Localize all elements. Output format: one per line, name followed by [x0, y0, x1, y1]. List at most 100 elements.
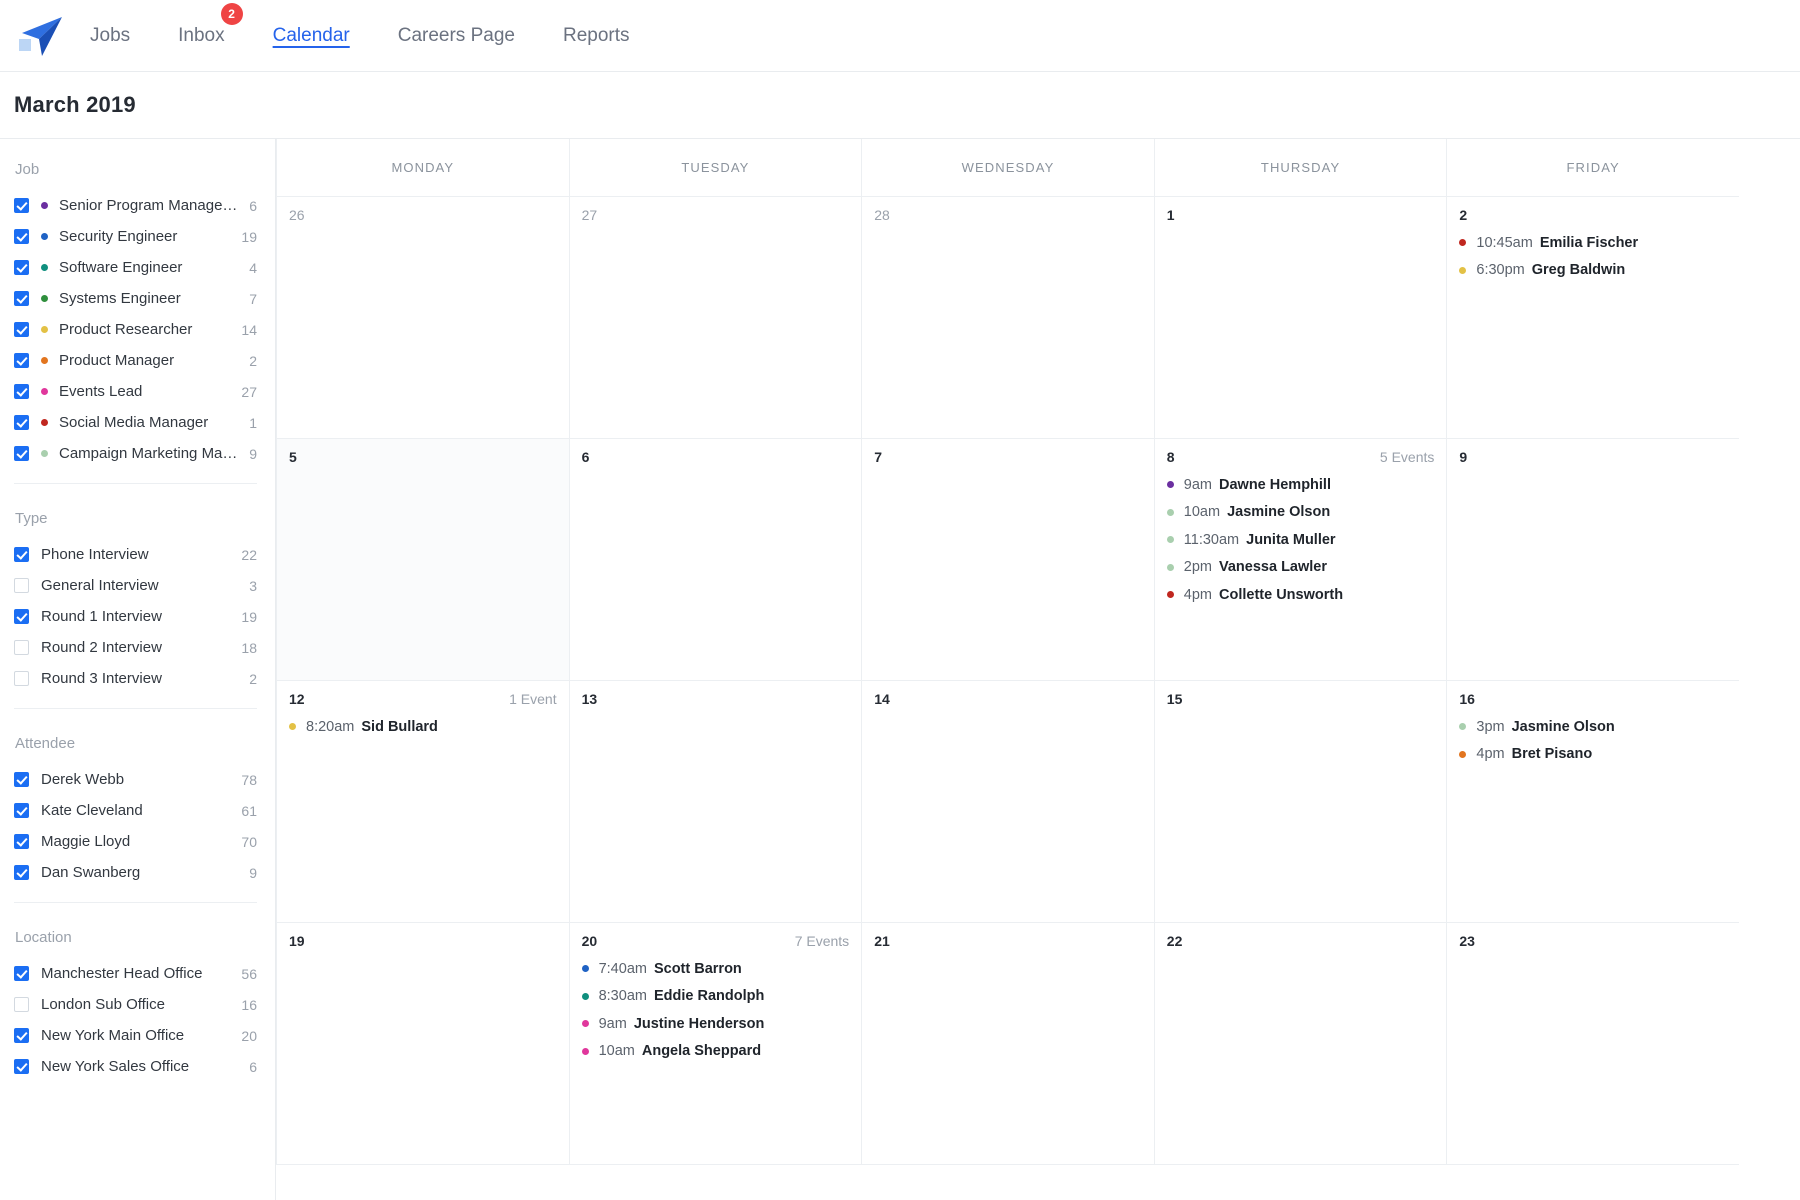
calendar-day-cell[interactable]: 8 5 Events 9am Dawne Hemphill 10am Jasmine Ol… [1153, 439, 1447, 681]
calendar-event[interactable]: 10am Angela Sheppard [581, 1038, 850, 1066]
calendar-event[interactable]: 7:40am Scott Barron [581, 955, 850, 983]
filter-row[interactable]: London Sub Office 16 [14, 989, 257, 1020]
filter-row[interactable]: Events Lead 27 [14, 376, 257, 407]
calendar-day-cell[interactable]: 19 [276, 923, 569, 1165]
filter-count: 6 [249, 1058, 257, 1075]
filter-row[interactable]: Round 2 Interview 18 [14, 632, 257, 663]
filter-checkbox[interactable] [14, 1028, 29, 1043]
filter-row[interactable]: New York Sales Office 6 [14, 1051, 257, 1082]
filter-checkbox[interactable] [14, 547, 29, 562]
calendar-event[interactable]: 4pm Collette Unsworth [1166, 581, 1435, 609]
filter-checkbox[interactable] [14, 865, 29, 880]
calendar-day-header: 6 [582, 449, 850, 465]
filter-checkbox[interactable] [14, 997, 29, 1012]
filter-checkbox[interactable] [14, 322, 29, 337]
calendar-day-cell[interactable]: 13 [568, 681, 862, 923]
day-of-week-header: TUESDAY [568, 139, 862, 197]
filter-checkbox[interactable] [14, 803, 29, 818]
filter-row[interactable]: New York Main Office 20 [14, 1020, 257, 1051]
paper-plane-logo-icon[interactable] [14, 10, 66, 62]
calendar-day-cell[interactable]: 21 [861, 923, 1154, 1165]
nav-link-reports[interactable]: Reports [561, 19, 632, 53]
day-number: 28 [874, 207, 890, 223]
calendar-event[interactable]: 2pm Vanessa Lawler [1166, 554, 1435, 582]
calendar-day-cell[interactable]: 2 10:45am Emilia Fischer 6:30pm Greg Baldwin [1446, 197, 1739, 439]
filter-checkbox[interactable] [14, 198, 29, 213]
calendar-day-cell[interactable]: 16 3pm Jasmine Olson 4pm Bret Pisano [1446, 681, 1739, 923]
calendar-day-cell[interactable]: 22 [1153, 923, 1447, 1165]
filter-checkbox[interactable] [14, 834, 29, 849]
nav-link-jobs[interactable]: Jobs [88, 19, 132, 53]
filter-row[interactable]: Senior Program Manage… 6 [14, 190, 257, 221]
calendar-day-cell[interactable]: 7 [861, 439, 1154, 681]
calendar-day-cell[interactable]: 5 [276, 439, 569, 681]
calendar-day-cell[interactable]: 9 [1446, 439, 1739, 681]
calendar-event[interactable]: 9am Justine Henderson [581, 1010, 850, 1038]
calendar-day-cell[interactable]: 6 [568, 439, 862, 681]
filter-row[interactable]: Kate Cleveland 61 [14, 795, 257, 826]
calendar-day-header: 7 [874, 449, 1142, 465]
filter-checkbox[interactable] [14, 640, 29, 655]
calendar-day-cell[interactable]: 23 [1446, 923, 1739, 1165]
filter-count: 3 [249, 577, 257, 594]
event-color-dot-icon [1166, 508, 1174, 516]
calendar-event[interactable]: 6:30pm Greg Baldwin [1459, 257, 1727, 285]
calendar-day-cell[interactable]: 27 [568, 197, 862, 439]
filter-checkbox[interactable] [14, 260, 29, 275]
calendar-event[interactable]: 10am Jasmine Olson [1166, 499, 1435, 527]
filter-row[interactable]: Product Manager 2 [14, 345, 257, 376]
calendar-event[interactable]: 4pm Bret Pisano [1459, 741, 1727, 769]
calendar-day-cell[interactable]: 14 [861, 681, 1154, 923]
calendar-day-cell[interactable]: 15 [1153, 681, 1447, 923]
filter-label: Phone Interview [41, 546, 149, 563]
filter-row[interactable]: Round 1 Interview 19 [14, 601, 257, 632]
nav-link-careers-page[interactable]: Careers Page [396, 19, 517, 53]
filter-checkbox[interactable] [14, 446, 29, 461]
event-color-dot-icon [1459, 750, 1467, 758]
calendar-day-cell[interactable]: 20 7 Events 7:40am Scott Barron 8:30am Eddie … [568, 923, 862, 1165]
filter-label: New York Main Office [41, 1027, 185, 1044]
calendar-event[interactable]: 11:30am Junita Muller [1166, 526, 1435, 554]
calendar-day-cell[interactable]: 28 [861, 197, 1154, 439]
filter-row[interactable]: Systems Engineer 7 [14, 283, 257, 314]
calendar-event[interactable]: 10:45am Emilia Fischer [1459, 229, 1727, 257]
filter-checkbox[interactable] [14, 578, 29, 593]
calendar-event[interactable]: 9am Dawne Hemphill [1166, 471, 1435, 499]
calendar-event[interactable]: 8:20am Sid Bullard [289, 713, 557, 741]
filter-row[interactable]: Dan Swanberg 9 [14, 857, 257, 888]
calendar-panel[interactable]: MONDAY TUESDAY WEDNESDAY THURSDAY FRIDAY 26 27… [276, 138, 1800, 1200]
filter-row[interactable]: Manchester Head Office 56 [14, 958, 257, 989]
nav-link-inbox[interactable]: Inbox 2 [176, 2, 243, 53]
filter-count: 2 [249, 352, 257, 369]
filter-row[interactable]: Social Media Manager 1 [14, 407, 257, 438]
filter-row[interactable]: Campaign Marketing Ma… 9 [14, 438, 257, 469]
filter-row[interactable]: General Interview 3 [14, 570, 257, 601]
calendar-day-cell[interactable]: 26 [276, 197, 569, 439]
filter-checkbox[interactable] [14, 1059, 29, 1074]
calendar-day-cell[interactable]: 12 1 Event 8:20am Sid Bullard [276, 681, 569, 923]
event-attendee-name: Sid Bullard [361, 718, 438, 735]
filter-checkbox[interactable] [14, 772, 29, 787]
filter-row[interactable]: Round 3 Interview 2 [14, 663, 257, 694]
calendar-event[interactable]: 8:30am Eddie Randolph [581, 983, 850, 1011]
filter-row[interactable]: Phone Interview 22 [14, 539, 257, 570]
filter-checkbox[interactable] [14, 229, 29, 244]
filter-row[interactable]: Software Engineer 4 [14, 252, 257, 283]
calendar-event[interactable]: 3pm Jasmine Olson [1459, 713, 1727, 741]
filter-label: Campaign Marketing Ma… [59, 445, 238, 462]
filter-checkbox[interactable] [14, 609, 29, 624]
calendar-day-cell[interactable]: 1 [1153, 197, 1447, 439]
filter-checkbox[interactable] [14, 384, 29, 399]
filter-row[interactable]: Maggie Lloyd 70 [14, 826, 257, 857]
filter-checkbox[interactable] [14, 353, 29, 368]
filter-row[interactable]: Product Researcher 14 [14, 314, 257, 345]
filter-row[interactable]: Security Engineer 19 [14, 221, 257, 252]
filter-checkbox[interactable] [14, 966, 29, 981]
filter-checkbox[interactable] [14, 415, 29, 430]
filter-row[interactable]: Derek Webb 78 [14, 764, 257, 795]
filter-checkbox[interactable] [14, 671, 29, 686]
filter-label: London Sub Office [41, 996, 165, 1013]
nav-link-calendar[interactable]: Calendar [271, 19, 352, 53]
filter-checkbox[interactable] [14, 291, 29, 306]
nav-link-label: Jobs [90, 24, 131, 46]
